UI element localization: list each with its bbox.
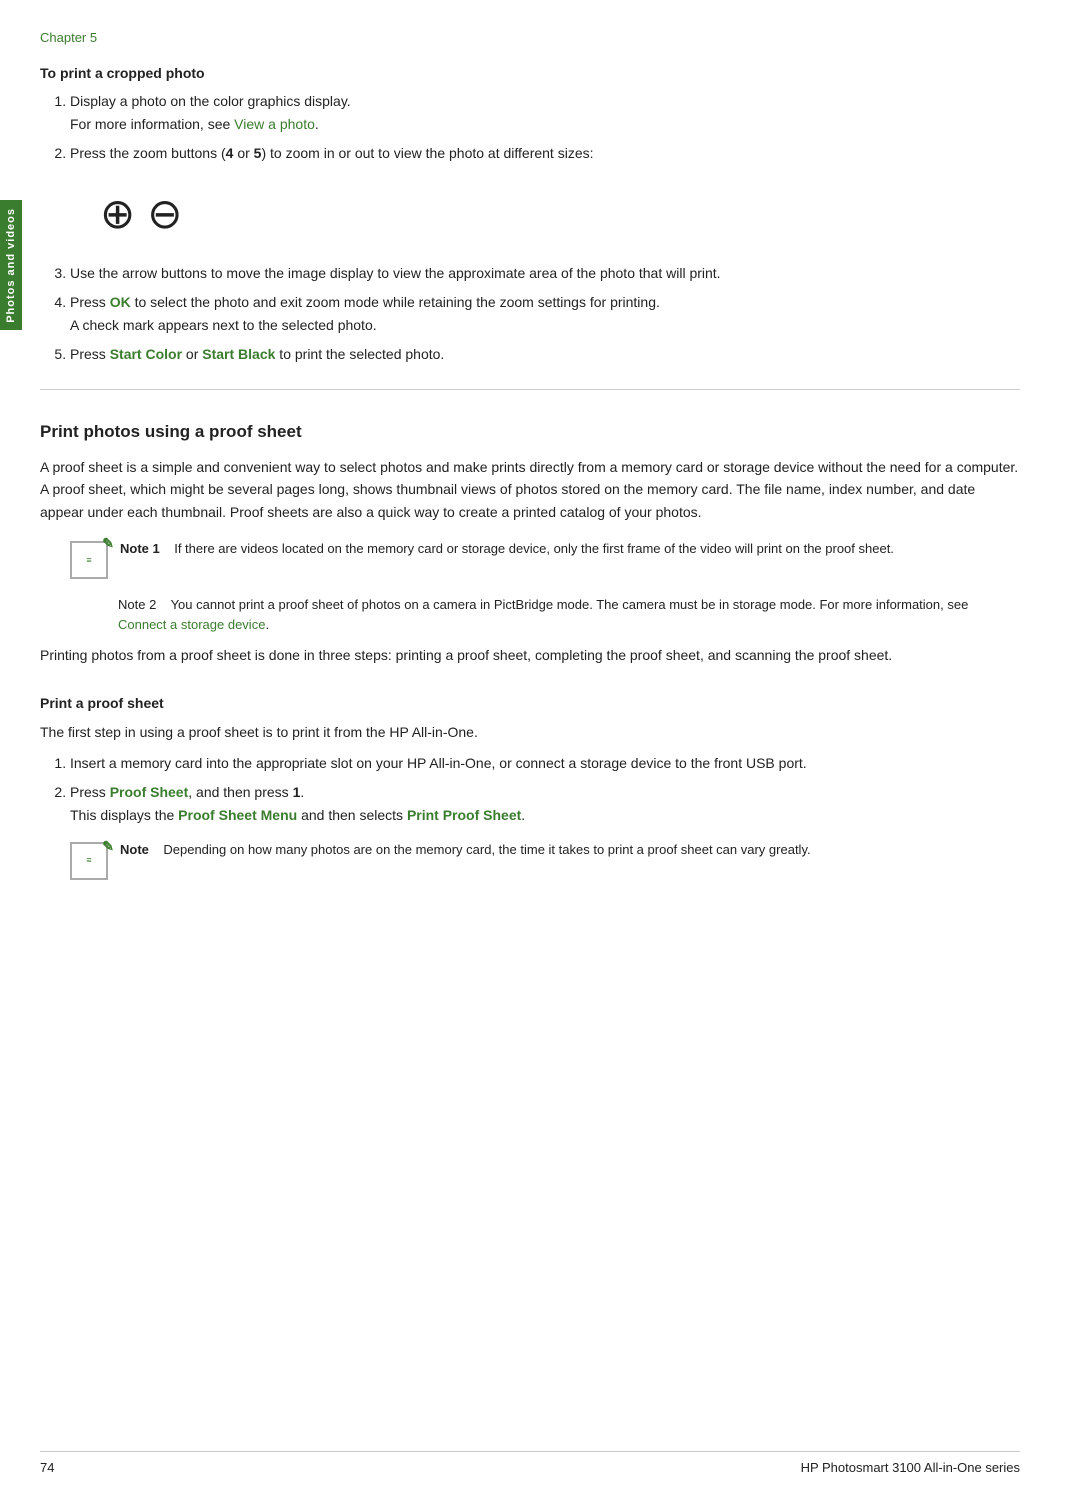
zoom-in-icon: ⊕ bbox=[100, 182, 135, 245]
proof-sheet-menu-label: Proof Sheet Menu bbox=[178, 807, 297, 823]
section3-note-content: Depending on how many photos are on the … bbox=[163, 842, 810, 857]
step4-text: Press OK to select the photo and exit zo… bbox=[70, 294, 660, 310]
zoom-icons: ⊕ ⊖ bbox=[100, 182, 1020, 245]
note2-content: You cannot print a proof sheet of photos… bbox=[118, 597, 968, 632]
section3-steps: Insert a memory card into the appropriat… bbox=[70, 753, 1020, 880]
sidebar-label: Photos and videos bbox=[5, 208, 17, 323]
note2-box: Note 2 You cannot print a proof sheet of… bbox=[118, 595, 1020, 634]
section3-note-spacer bbox=[153, 842, 160, 857]
step1-continuation: For more information, see View a photo. bbox=[70, 114, 1020, 135]
note1-icon: ≡ bbox=[70, 541, 108, 579]
section3-intro: The first step in using a proof sheet is… bbox=[40, 721, 1020, 743]
section3-step2-continuation: This displays the Proof Sheet Menu and t… bbox=[70, 805, 1020, 826]
view-photo-link[interactable]: View a photo bbox=[234, 116, 315, 132]
main-content: Chapter 5 To print a cropped photo Displ… bbox=[40, 0, 1020, 956]
list-item: Press Proof Sheet, and then press 1. Thi… bbox=[70, 782, 1020, 880]
chapter-label: Chapter 5 bbox=[40, 30, 1020, 45]
step5-text: Press Start Color or Start Black to prin… bbox=[70, 346, 444, 362]
note1-box: ≡ Note 1 If there are videos located on … bbox=[70, 539, 1020, 579]
footer-product: HP Photosmart 3100 All-in-One series bbox=[801, 1460, 1020, 1475]
section3-note-text: Note Depending on how many photos are on… bbox=[120, 840, 811, 860]
note1-label: Note 1 bbox=[120, 541, 160, 556]
proof-sheet-label: Proof Sheet bbox=[110, 784, 189, 800]
note1-spacer bbox=[163, 541, 170, 556]
list-item: Use the arrow buttons to move the image … bbox=[70, 263, 1020, 284]
list-item: Press OK to select the photo and exit zo… bbox=[70, 292, 1020, 336]
footer-page-number: 74 bbox=[40, 1460, 54, 1475]
section3-heading: Print a proof sheet bbox=[40, 695, 1020, 711]
zoom-out-icon: ⊖ bbox=[147, 182, 182, 245]
list-item: Press the zoom buttons (4 or 5) to zoom … bbox=[70, 143, 1020, 245]
note2-label: Note 2 bbox=[118, 597, 156, 612]
list-item: Press Start Color or Start Black to prin… bbox=[70, 344, 1020, 365]
start-black-label: Start Black bbox=[202, 346, 275, 362]
note-icon-lines: ≡ bbox=[86, 555, 91, 565]
section2-printing-text: Printing photos from a proof sheet is do… bbox=[40, 644, 1020, 666]
section3-step2-text: Press Proof Sheet, and then press 1. bbox=[70, 784, 304, 800]
note1-content: If there are videos located on the memor… bbox=[174, 541, 894, 556]
section2-heading: Print photos using a proof sheet bbox=[40, 422, 1020, 442]
section3-note-icon: ≡ bbox=[70, 842, 108, 880]
section3-note-label: Note bbox=[120, 842, 149, 857]
step3-text: Use the arrow buttons to move the image … bbox=[70, 265, 721, 281]
bold-4: 4 bbox=[226, 145, 234, 161]
list-item: Display a photo on the color graphics di… bbox=[70, 91, 1020, 135]
note1-text: Note 1 If there are videos located on th… bbox=[120, 539, 894, 559]
step4-continuation: A check mark appears next to the selecte… bbox=[70, 315, 1020, 336]
step2-text: Press the zoom buttons (4 or 5) to zoom … bbox=[70, 145, 594, 161]
start-color-label: Start Color bbox=[110, 346, 182, 362]
connect-storage-link[interactable]: Connect a storage device bbox=[118, 617, 265, 632]
print-proof-sheet-label: Print Proof Sheet bbox=[407, 807, 521, 823]
step1-text: Display a photo on the color graphics di… bbox=[70, 93, 351, 109]
note-icon-lines2: ≡ bbox=[86, 854, 91, 868]
note2-spacer bbox=[160, 597, 167, 612]
section1-heading: To print a cropped photo bbox=[40, 65, 1020, 81]
bold-5: 5 bbox=[254, 145, 262, 161]
number-1: 1 bbox=[293, 784, 301, 800]
section2-body: A proof sheet is a simple and convenient… bbox=[40, 456, 1020, 523]
section3-step1-text: Insert a memory card into the appropriat… bbox=[70, 755, 807, 771]
section1-steps: Display a photo on the color graphics di… bbox=[70, 91, 1020, 365]
ok-label: OK bbox=[110, 294, 131, 310]
section3-note-box: ≡ Note Depending on how many photos are … bbox=[70, 840, 1020, 880]
divider1 bbox=[40, 389, 1020, 390]
sidebar-tab: Photos and videos bbox=[0, 200, 22, 330]
list-item: Insert a memory card into the appropriat… bbox=[70, 753, 1020, 774]
footer: 74 HP Photosmart 3100 All-in-One series bbox=[40, 1451, 1020, 1475]
